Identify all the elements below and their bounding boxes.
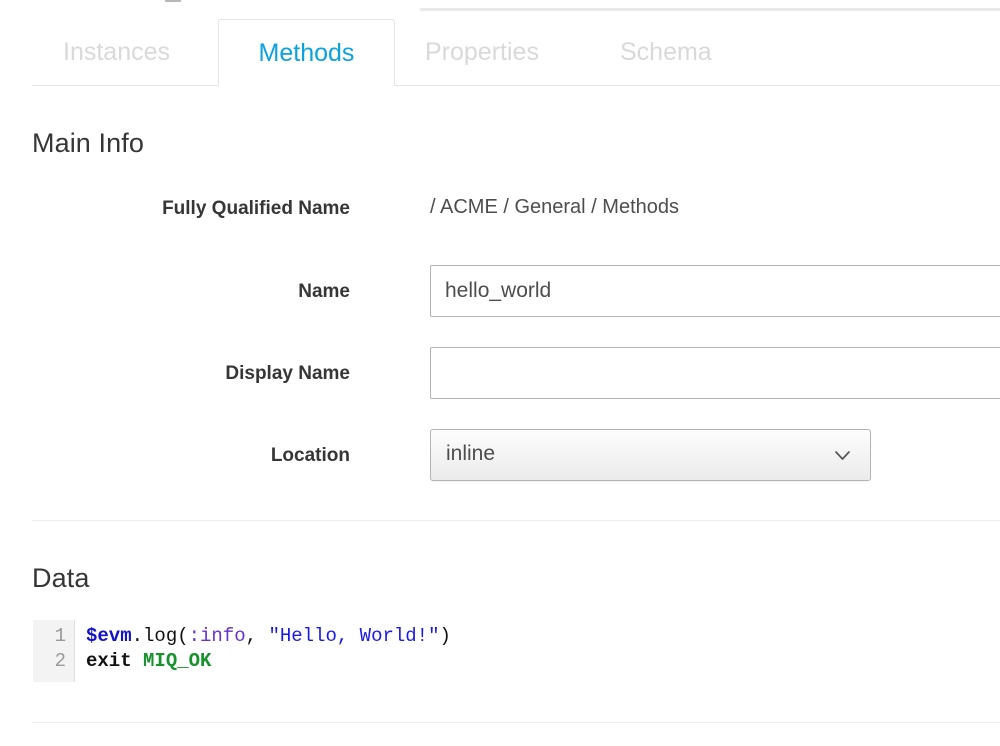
label-display-name: Display Name [0,363,350,385]
label-fully-qualified-name: Fully Qualified Name [0,198,350,220]
field-row-location: Location inline [0,429,1000,469]
code-token: $evm [86,625,132,647]
code-token: , [246,625,269,647]
section-divider-data [32,722,1000,723]
code-token: exit [86,650,143,672]
data-heading: Data [32,563,89,594]
method-detail-page: Instances Methods Properties Schema Main… [0,0,1000,746]
tab-instances[interactable]: Instances [63,19,170,86]
code-token: MIQ_OK [143,650,211,672]
location-select[interactable]: inline [430,429,871,481]
clipped-element-top [165,0,181,2]
main-info-heading: Main Info [32,128,144,159]
code-line: exit MIQ_OK [86,649,451,674]
code-token: .log( [132,625,189,647]
display-name-input[interactable] [430,347,1000,399]
code-editor[interactable]: 12 $evm.log(:info, "Hello, World!")exit … [33,620,451,682]
chevron-down-icon [833,446,852,465]
name-input[interactable] [430,265,1000,317]
field-row-display-name: Display Name [0,347,1000,387]
label-name: Name [0,281,350,303]
code-line: $evm.log(:info, "Hello, World!") [86,624,451,649]
code-token: :info [189,625,246,647]
code-token: "Hello, World!" [268,625,439,647]
tab-bar: Instances Methods Properties Schema [0,19,1000,87]
code-content[interactable]: $evm.log(:info, "Hello, World!")exit MIQ… [75,620,451,682]
clipped-panel-edge-top [420,8,1000,11]
field-row-fully-qualified-name: Fully Qualified Name / ACME / General / … [0,196,1000,236]
section-divider-main-info [32,520,1000,521]
code-line-numbers: 12 [33,620,75,682]
code-line-number: 2 [33,649,66,674]
tab-properties[interactable]: Properties [425,19,539,86]
value-fully-qualified-name: / ACME / General / Methods [430,196,679,219]
field-row-name: Name [0,265,1000,305]
tab-schema[interactable]: Schema [620,19,712,86]
tab-methods[interactable]: Methods [218,19,395,86]
code-line-number: 1 [33,624,66,649]
label-location: Location [0,445,350,467]
code-token: ) [439,625,450,647]
location-select-value: inline [446,442,495,466]
